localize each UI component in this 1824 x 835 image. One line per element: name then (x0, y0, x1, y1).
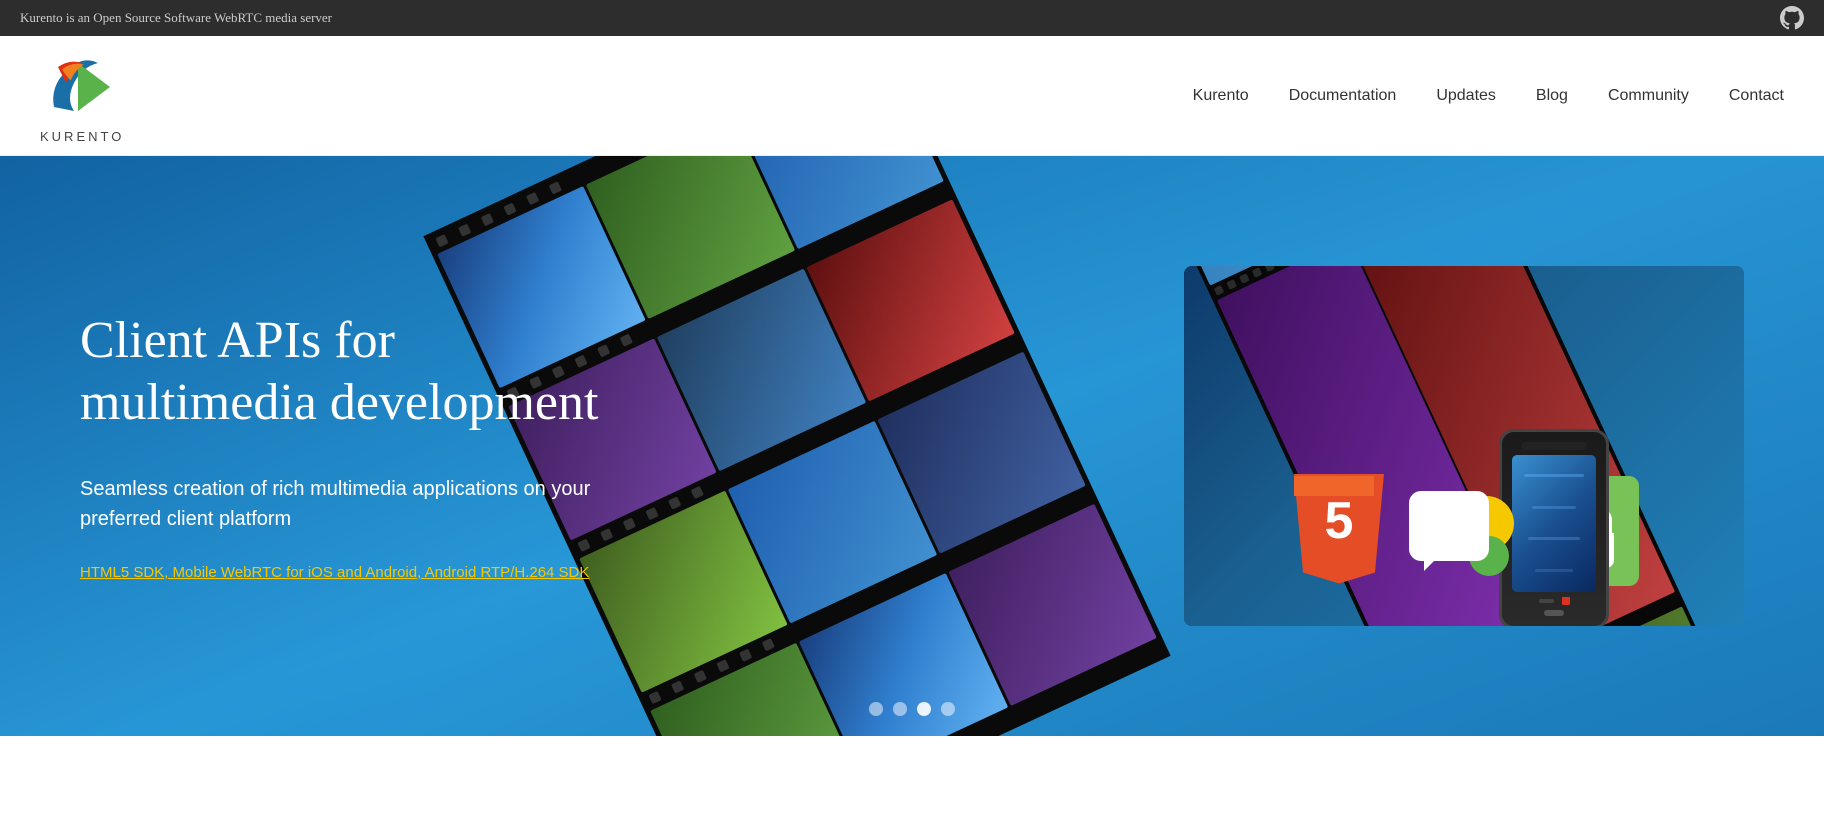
github-icon[interactable] (1780, 6, 1804, 30)
carousel-dots (869, 702, 955, 716)
header: KURENTO Kurento Documentation Updates Bl… (0, 36, 1824, 156)
nav-item-contact[interactable]: Contact (1729, 87, 1784, 105)
html5-icon: 5 (1289, 471, 1389, 586)
hero-image-area: 5 (600, 266, 1744, 626)
carousel-dot-3[interactable] (917, 702, 931, 716)
navigation: Kurento Documentation Updates Blog Commu… (1193, 87, 1784, 105)
carousel-dot-2[interactable] (893, 702, 907, 716)
logo-text: KURENTO (40, 129, 124, 144)
hero-link[interactable]: HTML5 SDK, Mobile WebRTC for iOS and And… (80, 564, 589, 581)
phone-shape (1499, 429, 1609, 627)
icons-overlay: 5 (1289, 471, 1639, 586)
hero-section: Client APIs for multimedia development S… (0, 156, 1824, 736)
logo-area[interactable]: KURENTO (40, 47, 124, 144)
nav-item-documentation[interactable]: Documentation (1289, 87, 1397, 105)
hero-image-box: 5 (1184, 266, 1744, 626)
nav-item-community[interactable]: Community (1608, 87, 1689, 105)
nav-item-blog[interactable]: Blog (1536, 87, 1568, 105)
top-bar: Kurento is an Open Source Software WebRT… (0, 0, 1824, 36)
carousel-dot-4[interactable] (941, 702, 955, 716)
nav-item-kurento[interactable]: Kurento (1193, 87, 1249, 105)
hero-content: Client APIs for multimedia development S… (80, 310, 600, 583)
hero-subtitle: Seamless creation of rich multimedia app… (80, 474, 600, 534)
hero-title: Client APIs for multimedia development (80, 310, 600, 435)
carousel-dot-1[interactable] (869, 702, 883, 716)
top-bar-message: Kurento is an Open Source Software WebRT… (20, 10, 332, 26)
logo-image (42, 47, 122, 127)
nav-item-updates[interactable]: Updates (1436, 87, 1496, 105)
